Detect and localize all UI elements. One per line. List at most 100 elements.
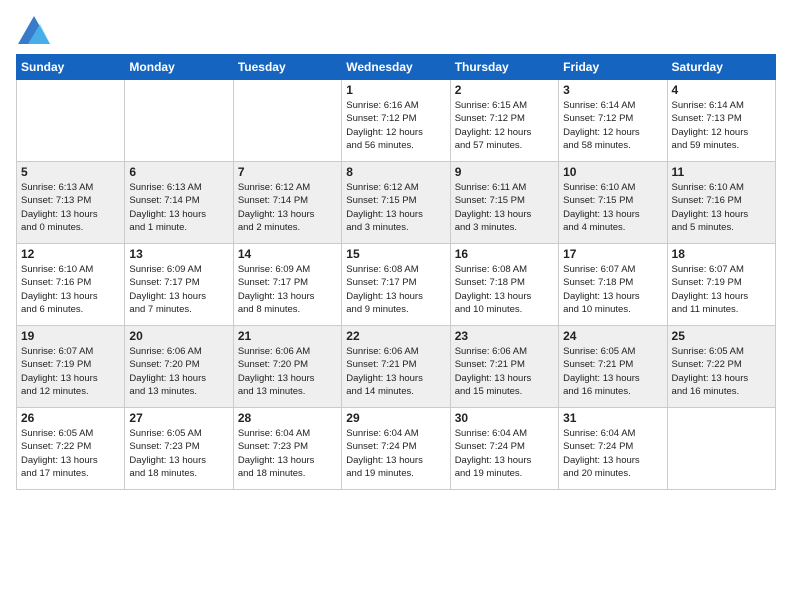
calendar-cell: 9Sunrise: 6:11 AM Sunset: 7:15 PM Daylig… — [450, 162, 558, 244]
day-number: 15 — [346, 247, 445, 261]
calendar-cell: 8 Sunrise: 6:12 AM Sunset: 7:15 PM Daylig… — [342, 162, 450, 244]
calendar-week-row: 5 Sunrise: 6:13 AM Sunset: 7:13 PM Daylig… — [17, 162, 776, 244]
weekday-header: Wednesday — [342, 55, 450, 80]
calendar-cell — [233, 80, 341, 162]
cell-content: Sunrise: 6:10 AM Sunset: 7:15 PM Dayligh… — [563, 181, 662, 234]
calendar-cell — [125, 80, 233, 162]
calendar-cell: 28 Sunrise: 6:04 AM Sunset: 7:23 PM Dayli… — [233, 408, 341, 490]
cell-content: Sunrise: 6:04 AM Sunset: 7:24 PM Dayligh… — [346, 427, 445, 480]
header — [16, 16, 776, 44]
calendar-cell: 23 Sunrise: 6:06 AM Sunset: 7:21 PM Dayli… — [450, 326, 558, 408]
cell-content: Sunrise: 6:05 AM Sunset: 7:21 PM Dayligh… — [563, 345, 662, 398]
day-number: 2 — [455, 83, 554, 97]
cell-content: Sunrise: 6:05 AM Sunset: 7:22 PM Dayligh… — [21, 427, 120, 480]
day-number: 16 — [455, 247, 554, 261]
day-number: 25 — [672, 329, 771, 343]
calendar-table: SundayMondayTuesdayWednesdayThursdayFrid… — [16, 54, 776, 490]
day-number: 7 — [238, 165, 337, 179]
cell-content: Sunrise: 6:11 AM Sunset: 7:15 PM Dayligh… — [455, 181, 554, 234]
day-number: 30 — [455, 411, 554, 425]
cell-content: Sunrise: 6:16 AM Sunset: 7:12 PM Dayligh… — [346, 99, 445, 152]
calendar-cell: 31Sunrise: 6:04 AM Sunset: 7:24 PM Dayli… — [559, 408, 667, 490]
calendar-cell — [667, 408, 775, 490]
cell-content: Sunrise: 6:12 AM Sunset: 7:14 PM Dayligh… — [238, 181, 337, 234]
calendar-cell: 13Sunrise: 6:09 AM Sunset: 7:17 PM Dayli… — [125, 244, 233, 326]
logo-icon — [18, 16, 50, 44]
day-number: 24 — [563, 329, 662, 343]
calendar-cell: 3 Sunrise: 6:14 AM Sunset: 7:12 PM Daylig… — [559, 80, 667, 162]
calendar-cell: 14 Sunrise: 6:09 AM Sunset: 7:17 PM Dayli… — [233, 244, 341, 326]
calendar-cell: 4Sunrise: 6:14 AM Sunset: 7:13 PM Daylig… — [667, 80, 775, 162]
weekday-header: Monday — [125, 55, 233, 80]
calendar-cell: 20 Sunrise: 6:06 AM Sunset: 7:20 PM Dayli… — [125, 326, 233, 408]
cell-content: Sunrise: 6:05 AM Sunset: 7:22 PM Dayligh… — [672, 345, 771, 398]
page: SundayMondayTuesdayWednesdayThursdayFrid… — [0, 0, 792, 500]
calendar-cell: 12 Sunrise: 6:10 AM Sunset: 7:16 PM Dayli… — [17, 244, 125, 326]
day-number: 8 — [346, 165, 445, 179]
calendar-cell: 29 Sunrise: 6:04 AM Sunset: 7:24 PM Dayli… — [342, 408, 450, 490]
weekday-header: Saturday — [667, 55, 775, 80]
day-number: 11 — [672, 165, 771, 179]
calendar-cell: 26 Sunrise: 6:05 AM Sunset: 7:22 PM Dayli… — [17, 408, 125, 490]
calendar-cell: 24 Sunrise: 6:05 AM Sunset: 7:21 PM Dayli… — [559, 326, 667, 408]
calendar-week-row: 12 Sunrise: 6:10 AM Sunset: 7:16 PM Dayli… — [17, 244, 776, 326]
cell-content: Sunrise: 6:15 AM Sunset: 7:12 PM Dayligh… — [455, 99, 554, 152]
day-number: 22 — [346, 329, 445, 343]
cell-content: Sunrise: 6:07 AM Sunset: 7:19 PM Dayligh… — [672, 263, 771, 316]
calendar-cell: 22Sunrise: 6:06 AM Sunset: 7:21 PM Dayli… — [342, 326, 450, 408]
calendar-cell: 19 Sunrise: 6:07 AM Sunset: 7:19 PM Dayli… — [17, 326, 125, 408]
calendar-cell: 17Sunrise: 6:07 AM Sunset: 7:18 PM Dayli… — [559, 244, 667, 326]
day-number: 23 — [455, 329, 554, 343]
day-number: 26 — [21, 411, 120, 425]
day-number: 3 — [563, 83, 662, 97]
calendar-cell: 10Sunrise: 6:10 AM Sunset: 7:15 PM Dayli… — [559, 162, 667, 244]
cell-content: Sunrise: 6:07 AM Sunset: 7:19 PM Dayligh… — [21, 345, 120, 398]
day-number: 19 — [21, 329, 120, 343]
cell-content: Sunrise: 6:05 AM Sunset: 7:23 PM Dayligh… — [129, 427, 228, 480]
cell-content: Sunrise: 6:13 AM Sunset: 7:13 PM Dayligh… — [21, 181, 120, 234]
calendar-cell: 15 Sunrise: 6:08 AM Sunset: 7:17 PM Dayli… — [342, 244, 450, 326]
cell-content: Sunrise: 6:06 AM Sunset: 7:20 PM Dayligh… — [238, 345, 337, 398]
weekday-header: Tuesday — [233, 55, 341, 80]
day-number: 6 — [129, 165, 228, 179]
day-number: 4 — [672, 83, 771, 97]
calendar-cell: 30 Sunrise: 6:04 AM Sunset: 7:24 PM Dayli… — [450, 408, 558, 490]
day-number: 21 — [238, 329, 337, 343]
header-row: SundayMondayTuesdayWednesdayThursdayFrid… — [17, 55, 776, 80]
calendar-week-row: 19 Sunrise: 6:07 AM Sunset: 7:19 PM Dayli… — [17, 326, 776, 408]
cell-content: Sunrise: 6:08 AM Sunset: 7:18 PM Dayligh… — [455, 263, 554, 316]
calendar-cell: 1 Sunrise: 6:16 AM Sunset: 7:12 PM Daylig… — [342, 80, 450, 162]
calendar-cell: 5 Sunrise: 6:13 AM Sunset: 7:13 PM Daylig… — [17, 162, 125, 244]
cell-content: Sunrise: 6:04 AM Sunset: 7:24 PM Dayligh… — [455, 427, 554, 480]
calendar-cell: 27Sunrise: 6:05 AM Sunset: 7:23 PM Dayli… — [125, 408, 233, 490]
day-number: 20 — [129, 329, 228, 343]
day-number: 14 — [238, 247, 337, 261]
calendar-cell: 16 Sunrise: 6:08 AM Sunset: 7:18 PM Dayli… — [450, 244, 558, 326]
cell-content: Sunrise: 6:06 AM Sunset: 7:20 PM Dayligh… — [129, 345, 228, 398]
day-number: 31 — [563, 411, 662, 425]
calendar-week-row: 26 Sunrise: 6:05 AM Sunset: 7:22 PM Dayli… — [17, 408, 776, 490]
cell-content: Sunrise: 6:10 AM Sunset: 7:16 PM Dayligh… — [21, 263, 120, 316]
logo — [16, 16, 50, 44]
cell-content: Sunrise: 6:12 AM Sunset: 7:15 PM Dayligh… — [346, 181, 445, 234]
weekday-header: Sunday — [17, 55, 125, 80]
day-number: 5 — [21, 165, 120, 179]
calendar-cell: 11 Sunrise: 6:10 AM Sunset: 7:16 PM Dayli… — [667, 162, 775, 244]
day-number: 1 — [346, 83, 445, 97]
day-number: 12 — [21, 247, 120, 261]
cell-content: Sunrise: 6:06 AM Sunset: 7:21 PM Dayligh… — [455, 345, 554, 398]
calendar-cell: 2 Sunrise: 6:15 AM Sunset: 7:12 PM Daylig… — [450, 80, 558, 162]
cell-content: Sunrise: 6:08 AM Sunset: 7:17 PM Dayligh… — [346, 263, 445, 316]
day-number: 29 — [346, 411, 445, 425]
calendar-cell: 6 Sunrise: 6:13 AM Sunset: 7:14 PM Daylig… — [125, 162, 233, 244]
cell-content: Sunrise: 6:09 AM Sunset: 7:17 PM Dayligh… — [129, 263, 228, 316]
cell-content: Sunrise: 6:10 AM Sunset: 7:16 PM Dayligh… — [672, 181, 771, 234]
cell-content: Sunrise: 6:13 AM Sunset: 7:14 PM Dayligh… — [129, 181, 228, 234]
cell-content: Sunrise: 6:14 AM Sunset: 7:12 PM Dayligh… — [563, 99, 662, 152]
calendar-cell: 25 Sunrise: 6:05 AM Sunset: 7:22 PM Dayli… — [667, 326, 775, 408]
calendar-cell: 18Sunrise: 6:07 AM Sunset: 7:19 PM Dayli… — [667, 244, 775, 326]
cell-content: Sunrise: 6:04 AM Sunset: 7:23 PM Dayligh… — [238, 427, 337, 480]
cell-content: Sunrise: 6:07 AM Sunset: 7:18 PM Dayligh… — [563, 263, 662, 316]
cell-content: Sunrise: 6:09 AM Sunset: 7:17 PM Dayligh… — [238, 263, 337, 316]
day-number: 28 — [238, 411, 337, 425]
